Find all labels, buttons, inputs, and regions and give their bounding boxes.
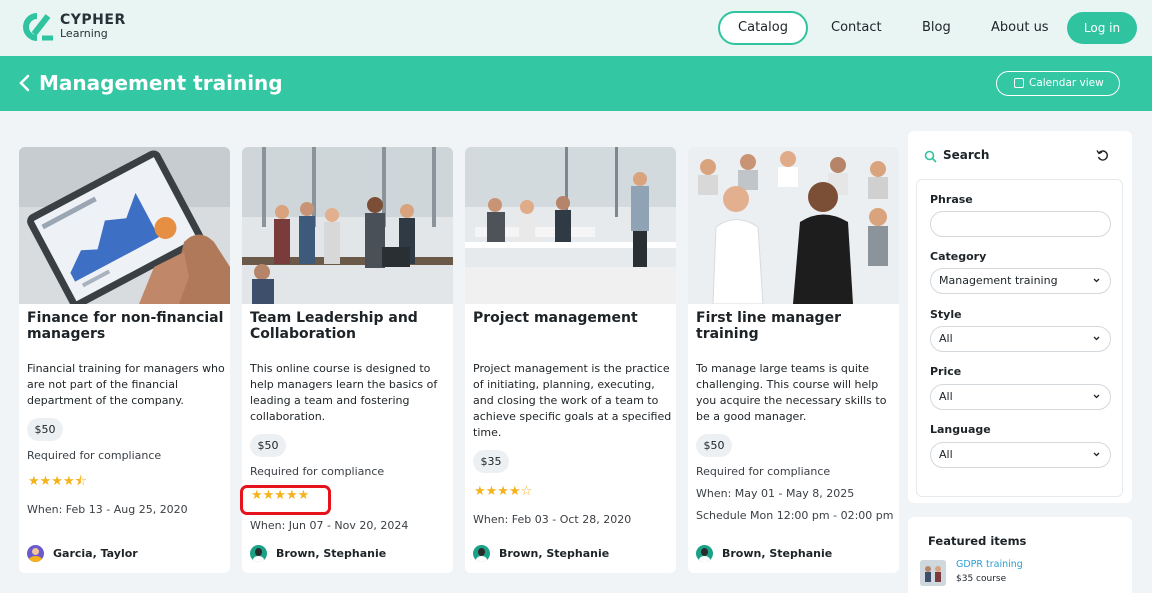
reset-icon[interactable] [1096,149,1109,162]
search-icon [924,150,937,163]
back-chevron-icon[interactable] [17,73,31,93]
cypher-logo[interactable]: CYPHER Learning [20,12,126,42]
language-label: Language [930,423,991,436]
course-image [688,147,899,304]
style-label: Style [930,308,962,321]
language-select[interactable]: All [930,442,1111,468]
language-value: All [939,448,953,461]
category-value: Management training [939,274,1058,287]
chevron-down-icon [1093,336,1100,341]
price-badge: $50 [27,418,63,441]
course-description: Project management is the practice of in… [473,362,672,439]
brand-name: CYPHER [60,12,126,28]
course-author[interactable]: Brown, Stephanie [250,545,386,562]
course-author[interactable]: Brown, Stephanie [696,545,832,562]
avatar [27,545,44,562]
phrase-label: Phrase [930,193,973,206]
style-value: All [939,332,953,345]
course-card[interactable]: Finance for non-financial managers Finan… [19,147,230,573]
author-name: Brown, Stephanie [499,547,610,560]
style-select[interactable]: All [930,326,1111,352]
course-author[interactable]: Garcia, Taylor [27,545,138,562]
course-image [465,147,676,304]
nav-blog-link[interactable]: Blog [922,20,951,35]
chevron-down-icon [1093,394,1100,399]
price-badge: $50 [696,434,732,457]
calendar-view-label: Calendar view [1029,77,1104,89]
avatar [473,545,490,562]
course-title[interactable]: Team Leadership and Collaboration [250,310,448,342]
compliance-label: Required for compliance [696,465,831,478]
brand-subname: Learning [60,27,108,40]
course-title[interactable]: Finance for non-financial managers [27,310,225,342]
author-name: Garcia, Taylor [53,547,138,560]
nav-contact-link[interactable]: Contact [831,20,882,35]
featured-item-subtitle: $35 course [956,574,1007,584]
nav-about-link[interactable]: About us [991,20,1049,35]
nav-catalog-button[interactable]: Catalog [718,11,808,45]
compliance-label: Required for compliance [250,465,385,478]
course-description: To manage large teams is quite challengi… [696,362,887,423]
course-dates: When: Feb 13 - Aug 25, 2020 [27,503,188,516]
calendar-icon [1014,78,1024,88]
author-name: Brown, Stephanie [722,547,833,560]
rating-highlight [240,485,331,515]
course-description: Financial training for managers who are … [27,362,225,407]
category-label: Category [930,250,987,263]
course-dates: When: Jun 07 - Nov 20, 2024 [250,519,409,532]
course-author[interactable]: Brown, Stephanie [473,545,609,562]
price-value: All [939,390,953,403]
course-title[interactable]: Project management [473,310,671,326]
page-header: Management training Calendar view [0,56,1152,111]
price-label: Price [930,365,962,378]
featured-item-link[interactable]: GDPR training [956,559,1023,570]
compliance-label: Required for compliance [27,449,162,462]
category-select[interactable]: Management training [930,268,1111,294]
author-name: Brown, Stephanie [276,547,387,560]
course-image [242,147,453,304]
star-rating: ★★★★⯪ [28,474,87,489]
course-title[interactable]: First line manager training [696,310,894,342]
login-button[interactable]: Log in [1067,12,1137,44]
filter-form: Phrase Category Management training Styl… [916,179,1123,497]
featured-title: Featured items [928,534,1027,548]
calendar-view-button[interactable]: Calendar view [996,71,1120,96]
search-title: Search [943,148,990,162]
featured-item-thumbnail[interactable] [920,560,946,586]
top-navbar: CYPHER Learning Catalog Contact Blog Abo… [0,0,1152,56]
price-select[interactable]: All [930,384,1111,410]
course-card[interactable]: Project management Project management is… [465,147,676,573]
phrase-input[interactable] [930,211,1111,237]
chevron-down-icon [1093,278,1100,283]
course-image [19,147,230,304]
course-schedule: Schedule Mon 12:00 pm - 02:00 pm [696,509,894,522]
chevron-down-icon [1093,452,1100,457]
cypher-logo-icon [23,13,53,41]
search-panel: Search Phrase Category Management traini… [908,131,1132,503]
avatar [696,545,713,562]
course-dates: When: May 01 - May 8, 2025 [696,487,855,500]
course-card[interactable]: First line manager training To manage la… [688,147,899,573]
course-dates: When: Feb 03 - Oct 28, 2020 [473,513,632,526]
star-rating: ★★★★☆ [474,484,533,499]
page-title: Management training [39,71,283,95]
course-description: This online course is designed to help m… [250,362,438,423]
featured-panel: Featured items GDPR training $35 course [908,517,1132,593]
avatar [250,545,267,562]
price-badge: $35 [473,450,509,473]
price-badge: $50 [250,434,286,457]
